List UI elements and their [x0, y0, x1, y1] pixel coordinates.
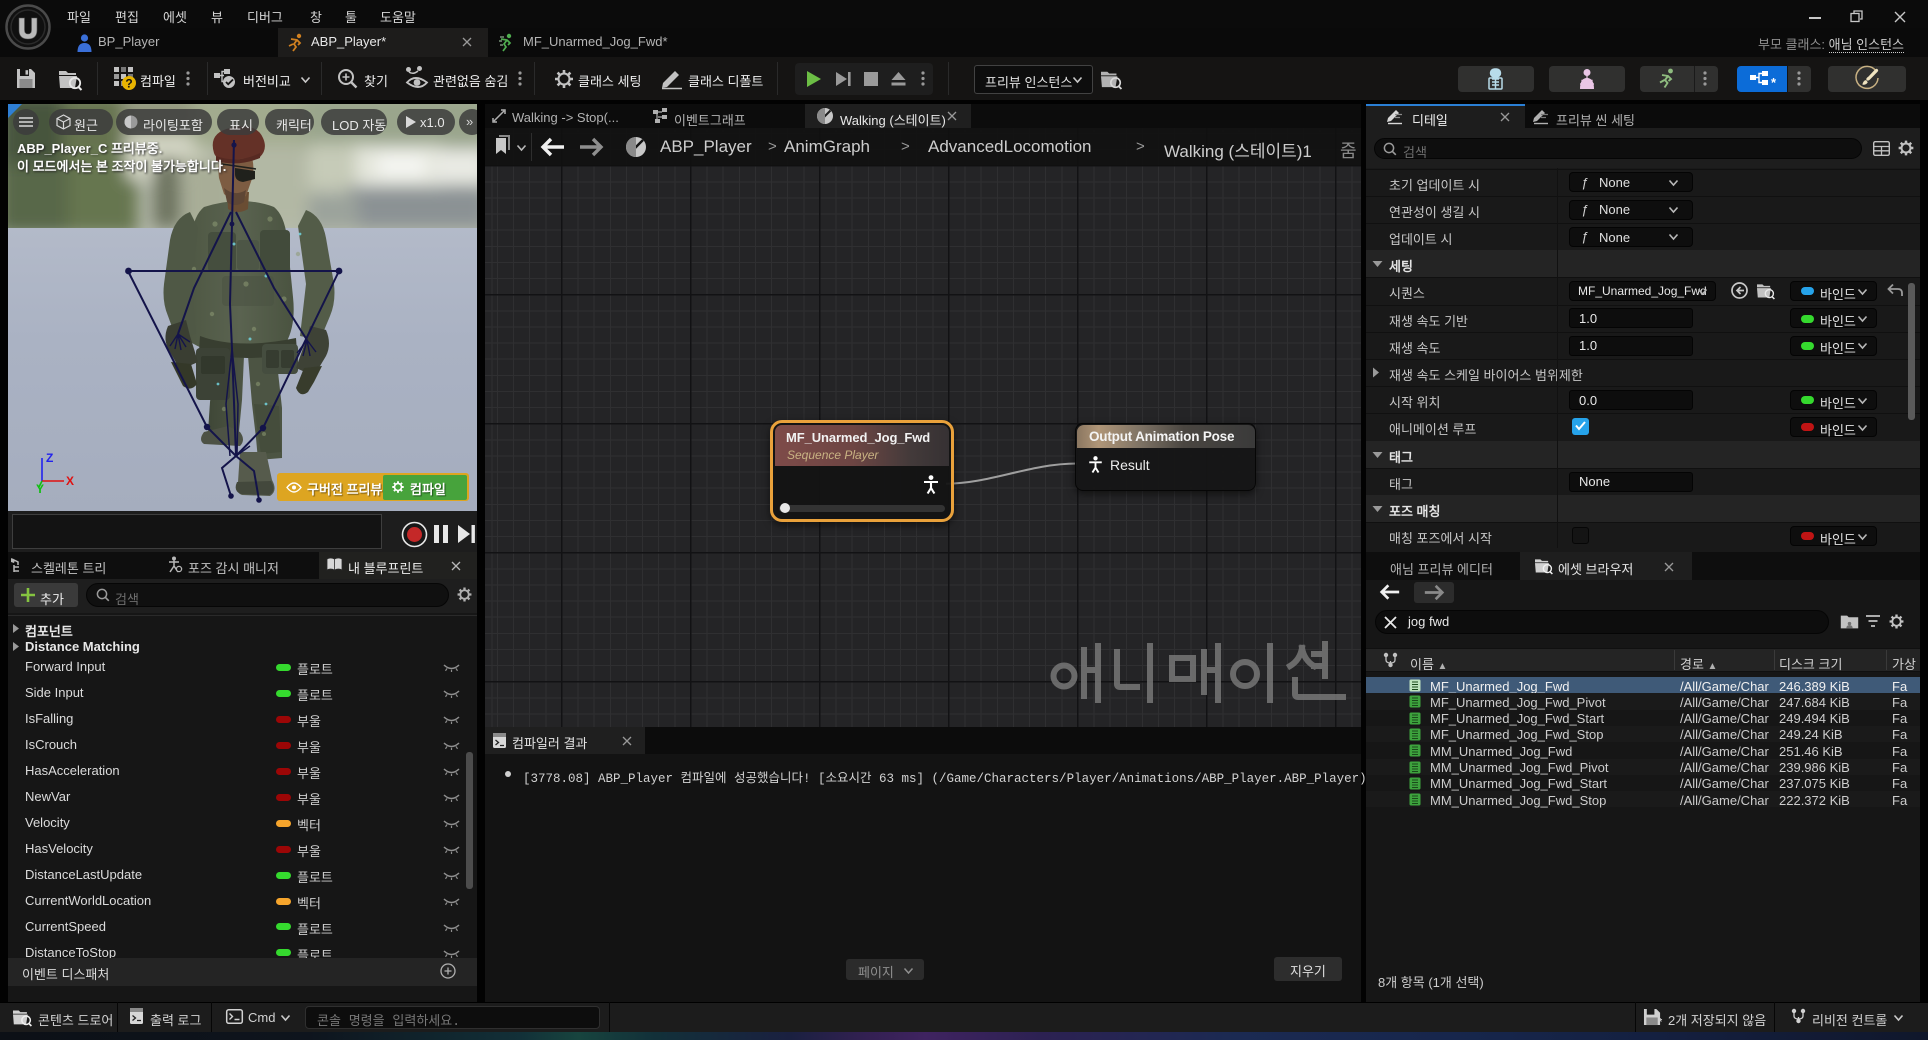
svg-text:Y: Y [36, 482, 44, 496]
svg-text:X: X [66, 474, 74, 488]
svg-text:Z: Z [46, 451, 53, 465]
svg-text:?: ? [125, 77, 132, 91]
